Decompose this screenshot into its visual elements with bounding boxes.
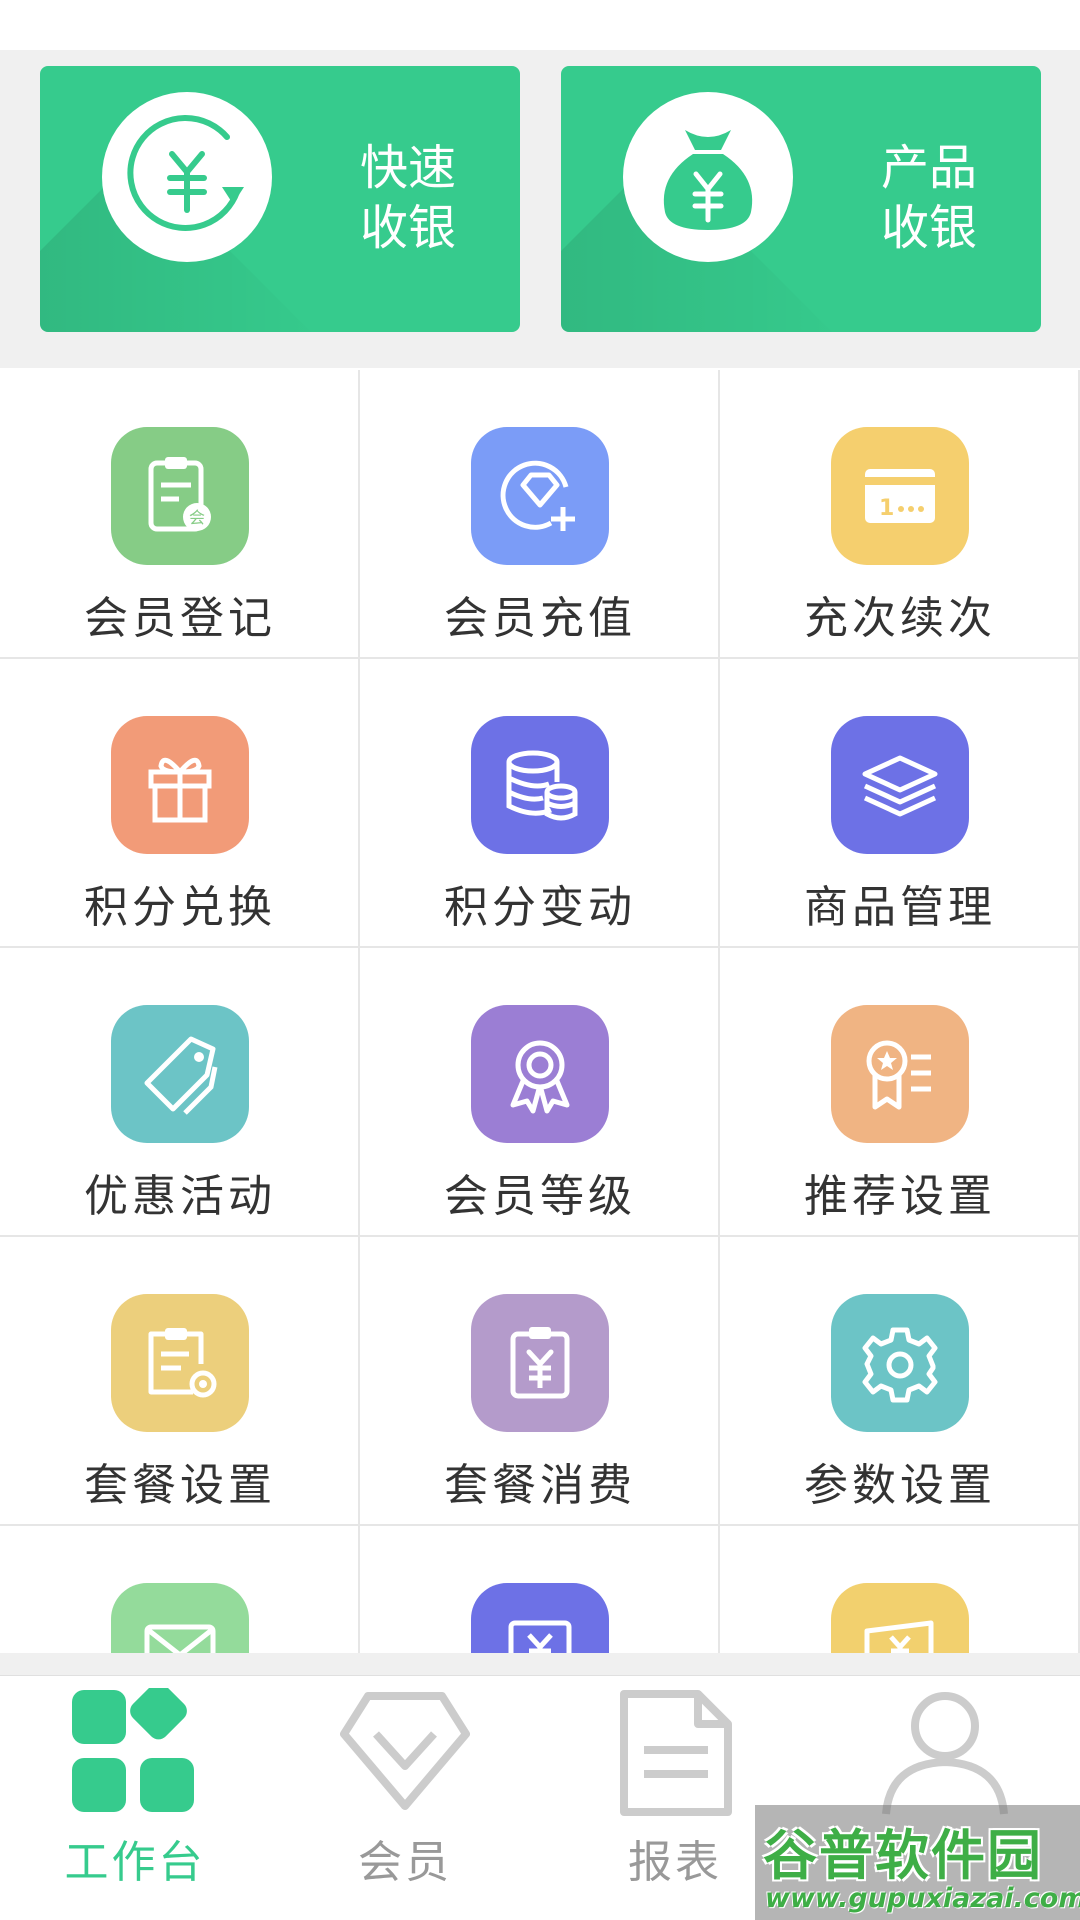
grid-item-sms[interactable] [0,1526,360,1653]
grid-item-label: 会员等级 [444,1171,636,1222]
grid-item-label: 会员充值 [444,593,636,644]
grid-item-package-consume[interactable]: 套餐消费 [360,1237,720,1526]
grid-item-promotions[interactable]: 优惠活动 [0,948,360,1237]
label-line-1: 快速 [360,140,457,196]
watermark-logo: 谷普软件园 www.gupuxiazai.com [755,1805,1080,1920]
package-settings-icon [111,1294,249,1432]
app-root: 快速 收银 产品 收银 会 会员登记 会员充值 1 充次续次 积分兑换 积分变动… [0,0,1080,1920]
svg-text:1: 1 [879,496,894,521]
quick-actions-area: 快速 收银 产品 收银 [0,50,1080,368]
quick-checkout-label: 快速 收银 [360,138,470,258]
grid-item-goods-management[interactable]: 商品管理 [720,659,1080,948]
award-icon [471,1005,609,1143]
gear-icon [831,1294,969,1432]
person-icon [882,1692,1008,1815]
card-icon: 1 [831,427,969,565]
diamond-icon [340,1692,470,1810]
coins-stack-icon [471,716,609,854]
grid-item-points-exchange[interactable]: 积分兑换 [0,659,360,948]
tag-icon [111,1005,249,1143]
grid-item-member-level[interactable]: 会员等级 [360,948,720,1237]
grid-item-label: 会员登记 [84,593,276,644]
money-bag-icon [623,92,793,262]
grid-item-label: 参数设置 [804,1460,996,1511]
grid-item-label: 套餐设置 [84,1460,276,1511]
yuan-receipt-icon [471,1583,609,1653]
grid-item-recharge-times[interactable]: 1 充次续次 [720,370,1080,659]
grid-item-label: 积分兑换 [84,882,276,933]
gift-icon [111,716,249,854]
yuan-cycle-icon [102,92,272,262]
tab-label: 工作台 [64,1837,206,1888]
report-icon [620,1690,732,1816]
tab-workbench[interactable]: 工作台 [0,1676,270,1920]
mail-icon [111,1583,249,1653]
product-checkout-label: 产品 收银 [881,138,991,258]
grid-item-label: 积分变动 [444,882,636,933]
yuan-card-icon [831,1583,969,1653]
watermark-url: www.gupuxiazai.com [765,1883,1080,1914]
tab-member[interactable]: 会员 [270,1676,540,1920]
certificate-icon [831,1005,969,1143]
quick-checkout-button[interactable]: 快速 收银 [40,66,520,332]
grid-item-label: 充次续次 [804,593,996,644]
clipboard-member-icon: 会 [111,427,249,565]
grid-item-member-recharge[interactable]: 会员充值 [360,370,720,659]
grid-item-points-change[interactable]: 积分变动 [360,659,720,948]
tab-label: 会员 [358,1837,452,1888]
layers-icon [831,716,969,854]
grid-item-parameter-settings[interactable]: 参数设置 [720,1237,1080,1526]
svg-text:会: 会 [189,508,205,527]
grid-item-referral-settings[interactable]: 推荐设置 [720,948,1080,1237]
label-line-2: 收银 [881,200,978,256]
grid-item-expense[interactable] [360,1526,720,1653]
grid-item-label: 推荐设置 [804,1171,996,1222]
grid-item-label: 优惠活动 [84,1171,276,1222]
diamond-add-icon [471,427,609,565]
dashboard-icon [72,1688,194,1812]
grid-item-member-register[interactable]: 会 会员登记 [0,370,360,659]
product-checkout-button[interactable]: 产品 收银 [561,66,1041,332]
top-blank-area [0,0,1080,50]
grid-item-finance[interactable] [720,1526,1080,1653]
grid-item-package-settings[interactable]: 套餐设置 [0,1237,360,1526]
grid-bottom-divider [0,1653,1080,1675]
grid-item-label: 商品管理 [804,882,996,933]
label-line-1: 产品 [881,140,978,196]
grid-item-label: 套餐消费 [444,1460,636,1511]
watermark-title: 谷普软件园 [763,1824,1043,1887]
label-line-2: 收银 [360,200,457,256]
package-consume-icon [471,1294,609,1432]
feature-grid: 会 会员登记 会员充值 1 充次续次 积分兑换 积分变动 商品管理 优惠活动 会… [0,370,1080,1653]
